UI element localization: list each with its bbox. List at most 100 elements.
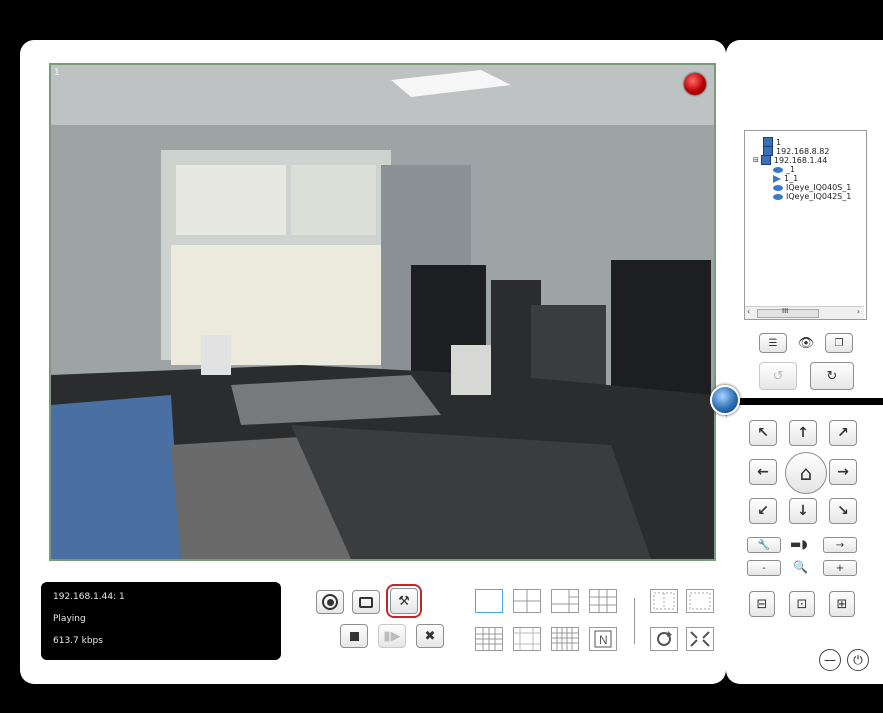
layout-1plus5-button[interactable] xyxy=(551,589,579,613)
minimize-button[interactable]: — xyxy=(819,649,841,671)
grid-1plus5-icon xyxy=(552,590,578,612)
tree-item[interactable]: IQeye_IQ040S_1 xyxy=(773,183,851,192)
scroll-left-icon[interactable]: ‹ xyxy=(747,307,750,316)
window-button[interactable]: ❐ xyxy=(825,333,853,353)
ptz-up-left-button[interactable]: ↖ xyxy=(749,420,777,446)
zoom-in-button[interactable]: + xyxy=(823,560,857,576)
settings-button[interactable]: ⚒ xyxy=(386,584,422,618)
collapse-icon: ⊟ xyxy=(753,156,759,164)
device-tree[interactable]: 1 192.168.8.82 ⊟ 192.168.1.44 _1 1_1 IQey… xyxy=(744,130,867,320)
ptz-left-button[interactable]: ← xyxy=(749,459,777,485)
tree-item[interactable]: _1 xyxy=(773,165,795,174)
tree-item-label: IQeye_IQ042S_1 xyxy=(786,192,852,201)
layout-1x1-button[interactable] xyxy=(475,589,503,613)
record-button[interactable] xyxy=(316,590,344,614)
status-display: 192.168.1.44: 1 Playing 613.7 kbps xyxy=(41,582,281,660)
status-bitrate: 613.7 kbps xyxy=(53,636,103,646)
sequence-button[interactable] xyxy=(650,627,678,651)
tree-item-label: 1_1 xyxy=(784,174,799,183)
iris-icon: ▬◗ xyxy=(790,537,808,551)
ptz-down-button[interactable]: ↓ xyxy=(789,498,817,524)
ptz-up-button[interactable]: ↑ xyxy=(789,420,817,446)
layout-3x3-button[interactable] xyxy=(589,589,617,613)
frame-plus-icon: ⊞ xyxy=(836,596,848,612)
fullscreen-button[interactable] xyxy=(686,627,714,651)
arrow-right-icon: → xyxy=(837,464,849,480)
view-button[interactable]: 👁 xyxy=(792,333,820,353)
undo-disabled-button[interactable]: ↺ xyxy=(759,362,797,390)
status-state: Playing xyxy=(53,614,86,624)
camera-eye-icon xyxy=(773,166,783,173)
grid-3x3-icon xyxy=(590,590,616,612)
ptz-down-left-button[interactable]: ↙ xyxy=(749,498,777,524)
close-button[interactable]: ✖ xyxy=(416,624,444,648)
tree-item[interactable]: ⊟ 192.168.1.44 xyxy=(753,155,827,165)
record-indicator-icon xyxy=(684,73,706,95)
video-view[interactable]: 1 xyxy=(49,63,716,561)
minimize-icon: — xyxy=(824,653,836,667)
layout-dotted-2-button[interactable] xyxy=(686,589,714,613)
ptz-right-button[interactable]: → xyxy=(829,459,857,485)
list-icon: ☰ xyxy=(768,337,778,349)
arrow-up-icon: ↑ xyxy=(797,425,809,441)
close-icon: ✖ xyxy=(424,628,436,644)
toolbar-divider xyxy=(634,598,635,644)
layout-dotted-1-button[interactable] xyxy=(650,589,678,613)
grid-2x2-icon xyxy=(514,590,540,612)
scroll-thumb[interactable]: III xyxy=(757,307,819,318)
power-icon: ⏻ xyxy=(853,652,863,667)
plus-icon: + xyxy=(835,562,845,574)
snapshot-button[interactable] xyxy=(352,590,380,614)
snapshot-icon xyxy=(359,596,373,608)
camera-feed-image xyxy=(51,65,714,559)
ptz-preset-2-button[interactable]: ⊡ xyxy=(789,591,815,617)
arrow-down-left-icon: ↙ xyxy=(757,503,769,519)
layout-5x5-button[interactable] xyxy=(551,627,579,651)
power-button[interactable]: ⏻ xyxy=(847,649,869,671)
play-icon xyxy=(773,174,781,183)
ptz-preset-3-button[interactable]: ⊞ xyxy=(829,591,855,617)
minus-icon: - xyxy=(762,562,766,574)
wrench-icon: 🔧 xyxy=(757,539,771,551)
ptz-down-right-button[interactable]: ↘ xyxy=(829,498,857,524)
custom-layout-n-icon: N xyxy=(594,630,612,648)
rotate-back-icon: ↺ xyxy=(772,368,784,384)
layout-custom-button[interactable]: N xyxy=(589,627,617,651)
arrow-up-left-icon: ↖ xyxy=(757,425,769,441)
dotted-arrow-icon: → xyxy=(835,539,845,551)
step-forward-button[interactable]: ▮▶ xyxy=(378,624,406,648)
refresh-button[interactable]: ↻ xyxy=(810,362,854,390)
record-icon xyxy=(322,594,338,610)
tree-item-label: _1 xyxy=(786,165,796,174)
svg-text:N: N xyxy=(599,633,608,647)
layout-1plus12-button[interactable] xyxy=(513,627,541,651)
scroll-right-icon[interactable]: › xyxy=(857,307,860,316)
refresh-sequence-icon xyxy=(657,631,672,646)
tree-item-label: 192.168.1.44 xyxy=(773,155,828,165)
tree-scrollbar[interactable]: ‹ III › xyxy=(745,306,864,319)
tools-icon: ⚒ xyxy=(398,593,410,609)
camera-eye-icon xyxy=(773,193,783,200)
focus-far-button[interactable]: → xyxy=(823,537,857,553)
layout-2x2-button[interactable] xyxy=(513,589,541,613)
globe-icon[interactable] xyxy=(710,385,740,415)
ptz-home-button[interactable]: ⌂ xyxy=(785,452,827,494)
arrow-left-icon: ← xyxy=(757,464,769,480)
ptz-up-right-button[interactable]: ↗ xyxy=(829,420,857,446)
ptz-preset-1-button[interactable]: ⊟ xyxy=(749,591,775,617)
arrow-down-right-icon: ↘ xyxy=(837,503,849,519)
tree-item[interactable]: IQeye_IQ042S_1 xyxy=(773,192,851,201)
fullscreen-icon xyxy=(690,631,710,647)
home-icon: ⌂ xyxy=(799,461,813,485)
stop-button[interactable] xyxy=(340,624,368,648)
status-source: 192.168.1.44: 1 xyxy=(53,592,125,602)
layout-4x4-button[interactable] xyxy=(475,627,503,651)
tree-item[interactable]: 1_1 xyxy=(773,174,798,183)
arrow-up-right-icon: ↗ xyxy=(837,425,849,441)
focus-settings-button[interactable]: 🔧 xyxy=(747,537,781,553)
channel-number: 1 xyxy=(54,68,60,78)
dotted-grid-icon xyxy=(653,592,675,610)
list-view-button[interactable]: ☰ xyxy=(759,333,787,353)
zoom-out-button[interactable]: - xyxy=(747,560,781,576)
grid-1plus12-icon xyxy=(514,628,540,650)
